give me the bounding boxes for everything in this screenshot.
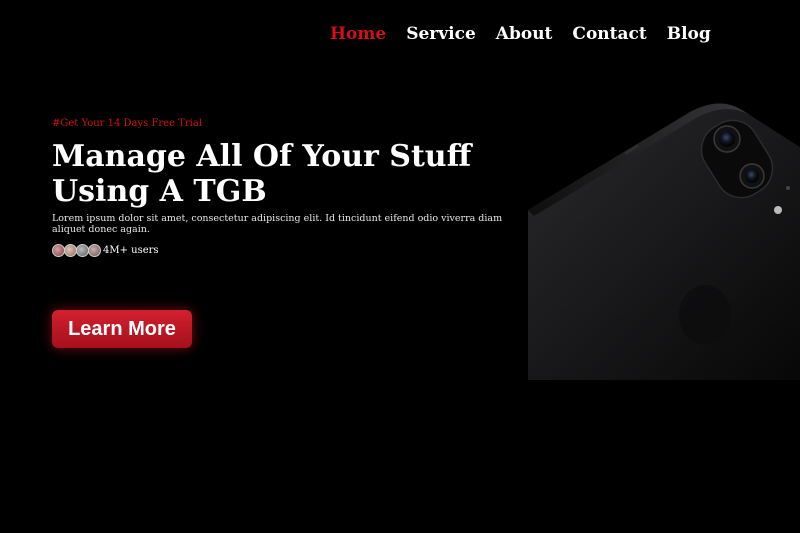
hero-description: Lorem ipsum dolor sit amet, consectetur … xyxy=(52,213,503,235)
hero-title-line-1: Manage All Of Your Stuff xyxy=(52,139,472,174)
nav-about[interactable]: About xyxy=(496,24,553,44)
phone-image xyxy=(520,90,800,390)
landing-page: Home Service About Contact Blog #Get You… xyxy=(0,0,800,533)
nav-contact[interactable]: Contact xyxy=(572,24,646,44)
free-trial-tag: #Get Your 14 Days Free Trial xyxy=(52,118,203,129)
learn-more-button[interactable]: Learn More xyxy=(52,310,192,348)
nav-home[interactable]: Home xyxy=(330,24,386,44)
nav-blog[interactable]: Blog xyxy=(667,24,711,44)
user-count-label: 4M+ users xyxy=(103,245,159,256)
hero-title-line-2: Using A TGB xyxy=(52,174,267,209)
main-nav: Home Service About Contact Blog xyxy=(330,24,711,44)
nav-service[interactable]: Service xyxy=(406,24,476,44)
user-count: 4M+ users xyxy=(52,244,532,257)
hero-title: Manage All Of Your Stuff Using A TGB xyxy=(52,139,532,209)
avatar xyxy=(88,244,101,257)
hero-section: #Get Your 14 Days Free Trial Manage All … xyxy=(52,118,532,257)
